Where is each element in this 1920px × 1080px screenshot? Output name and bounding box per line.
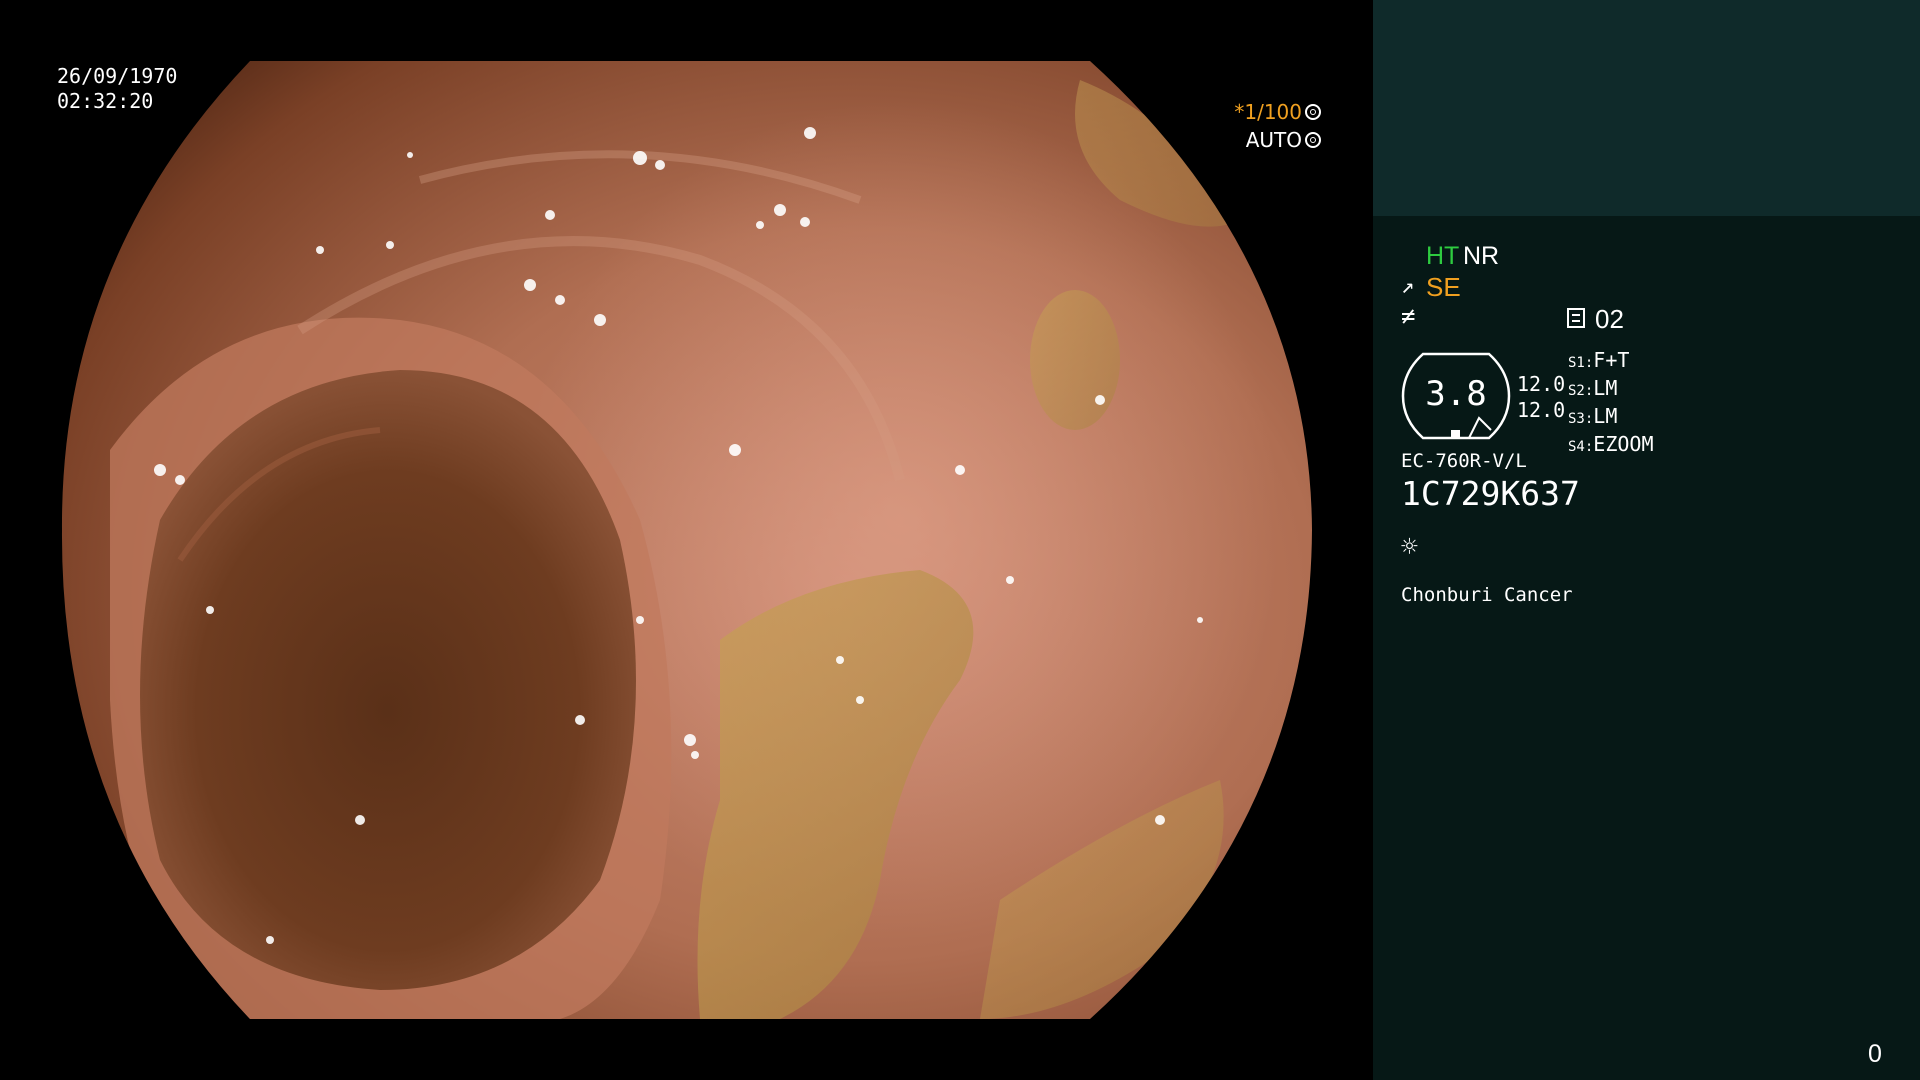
aperture-icon: [1305, 104, 1321, 120]
shutter-speed: *1/100: [1234, 100, 1302, 124]
zoom-secondary-value-1: 12.0: [1517, 372, 1566, 396]
switch-row: S1:F+T: [1568, 348, 1654, 376]
info-panel: HT NR ↗ SE ≠ 02 3.8 12.0 12.0 S1:F+T S2:…: [1373, 0, 1920, 1080]
time-text: 02:32:20: [57, 89, 154, 113]
switch-value: LM: [1593, 404, 1618, 428]
colon-mucosa-image: [61, 61, 1313, 1019]
date-text: 26/09/1970: [57, 64, 178, 88]
color-mode-icon: ≠: [1401, 302, 1416, 330]
se-indicator: SE: [1426, 272, 1461, 302]
endoscope-image-view: 26/09/1970 02:32:20 *1/100 AUTO: [0, 0, 1373, 1080]
switch-value: F+T: [1593, 348, 1630, 372]
switch-key: S1:: [1568, 355, 1594, 371]
switch-assignments: S1:F+T S2:LM S3:LM S4:EZOOM: [1568, 348, 1654, 460]
zoom-secondary-value-2: 12.0: [1517, 398, 1566, 422]
shutter-mode: AUTO: [1245, 128, 1302, 152]
zoom-value: 3.8: [1425, 374, 1487, 414]
hospital-name: Chonburi Cancer: [1401, 584, 1573, 606]
switch-row: S2:LM: [1568, 376, 1654, 404]
switch-key: S2:: [1568, 383, 1594, 399]
light-icon: ☼: [1401, 530, 1418, 563]
ht-indicator: HT: [1426, 242, 1460, 270]
memo-icon: [1567, 308, 1585, 328]
scope-serial: 1C729K637: [1401, 474, 1580, 513]
switch-row: S4:EZOOM: [1568, 432, 1654, 460]
endoscopy-screen: 26/09/1970 02:32:20 *1/100 AUTO HT NR ↗ …: [0, 0, 1920, 1080]
datetime-overlay: 26/09/1970 02:32:20: [57, 64, 177, 114]
switch-key: S3:: [1568, 411, 1594, 427]
switch-row: S3:LM: [1568, 404, 1654, 432]
switch-value: EZOOM: [1593, 432, 1654, 456]
shutter-info: *1/100 AUTO: [1234, 98, 1321, 154]
switch-value: LM: [1593, 376, 1618, 400]
scope-model: EC-760R-V/L: [1401, 450, 1527, 472]
image-counter: 0: [1868, 1040, 1882, 1068]
auto-exposure-icon: [1305, 132, 1321, 148]
info-panel-header: [1373, 0, 1920, 216]
switch-key: S4:: [1568, 439, 1594, 455]
nr-indicator: NR: [1463, 242, 1500, 270]
memo-value: 02: [1595, 304, 1624, 334]
structure-enhance-icon: ↗: [1401, 274, 1415, 299]
